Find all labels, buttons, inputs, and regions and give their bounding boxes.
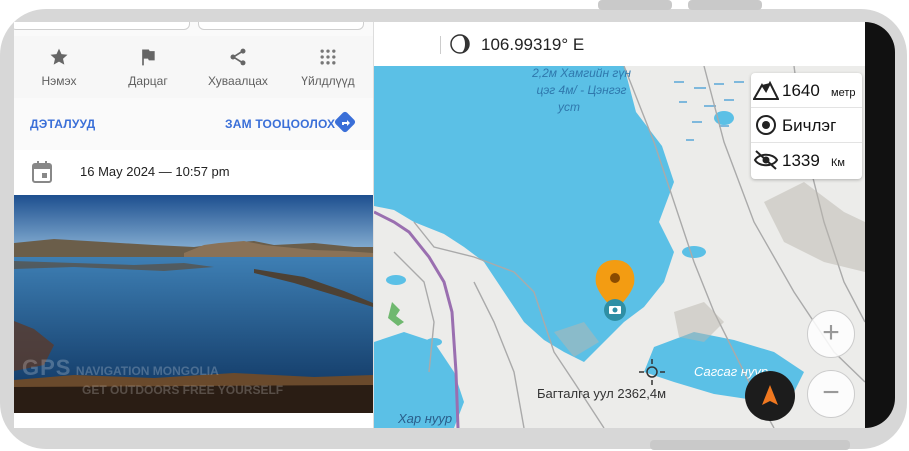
add-button[interactable]: Нэмэх	[14, 36, 104, 98]
lake-note-line-2: цэг 4м/ - Цэнгэг	[536, 83, 627, 97]
more-actions-label: Үйлдлүүд	[301, 74, 355, 88]
location-photo[interactable]: GPS NAVIGATION MONGOLIA GET OUTDOORS FRE…	[14, 195, 373, 413]
recording-label: Бичлэг	[782, 116, 837, 135]
share-button[interactable]: Хуваалцах	[193, 36, 283, 98]
volume-button	[598, 0, 672, 10]
more-actions-button[interactable]: Үйлдлүүд	[283, 36, 373, 98]
coordinate-bar: 106.99319° E	[374, 22, 865, 66]
date-text: 16 May 2024 — 10:57 pm	[80, 164, 230, 179]
date-row: 16 May 2024 — 10:57 pm	[14, 150, 373, 194]
zoom-out-button[interactable]: −	[807, 370, 855, 418]
zoom-in-button[interactable]: +	[807, 310, 855, 358]
distance-row[interactable]: 1339 Км	[751, 143, 862, 177]
directions-icon[interactable]	[333, 110, 357, 134]
power-button	[688, 0, 762, 10]
compass-button[interactable]	[745, 371, 795, 421]
lake-note-line-3: уст	[558, 100, 580, 114]
south-lake-label: Хар нуур	[398, 411, 453, 426]
watermark-title: NAVIGATION MONGOLIA	[75, 364, 219, 378]
watermark-gps: GPS	[22, 355, 72, 380]
lake-note-line-1: 2,2м Хамгийн гүн	[532, 66, 631, 80]
elevation-row[interactable]: 1640 метр	[751, 73, 862, 108]
info-panel: 1640 метр Бичлэг 1339 Км	[751, 73, 862, 179]
mountain-icon	[753, 80, 779, 100]
route-link[interactable]: ЗАМ ТООЦООЛОХ	[225, 117, 335, 131]
flag-label: Дарцаг	[128, 74, 168, 88]
watermark-subtitle: GET OUTDOORS FREE YOURSELF	[82, 383, 284, 397]
photo-watermark: GPS NAVIGATION MONGOLIA GET OUTDOORS FRE…	[22, 355, 283, 399]
calendar-icon	[32, 161, 52, 183]
peak-label: Багталга уул 2362,4м	[537, 386, 667, 401]
coordinate-separator	[440, 36, 441, 54]
details-panel: Нэмэх Дарцаг Хуваалцах Үйлдлүүд ДЭТАЛУУД…	[14, 22, 374, 428]
top-fields	[14, 22, 373, 36]
star-icon	[50, 48, 68, 65]
visibility-off-icon	[753, 150, 779, 170]
device-edge	[865, 22, 895, 428]
side-button-bottom	[650, 440, 850, 450]
screen: Нэмэх Дарцаг Хуваалцах Үйлдлүүд ДЭТАЛУУД…	[14, 22, 865, 428]
moon-phase-icon	[450, 34, 470, 54]
action-bar: Нэмэх Дарцаг Хуваалцах Үйлдлүүд	[14, 36, 373, 99]
record-icon	[756, 115, 776, 135]
elevation-value: 1640	[782, 81, 820, 100]
details-link[interactable]: ДЭТАЛУУД	[30, 117, 95, 131]
add-label: Нэмэх	[41, 74, 77, 88]
share-icon	[230, 48, 246, 66]
grid-icon	[320, 49, 336, 65]
flag-icon	[142, 48, 155, 66]
navigation-arrow-icon	[762, 385, 778, 405]
recording-row[interactable]: Бичлэг	[751, 108, 862, 143]
elevation-unit: метр	[831, 87, 856, 99]
flag-button[interactable]: Дарцаг	[103, 36, 193, 98]
name-field[interactable]	[14, 22, 190, 30]
longitude-text: 106.99319° E	[481, 35, 585, 54]
links-row: ДЭТАЛУУД ЗАМ ТООЦООЛОХ	[14, 98, 373, 151]
share-label: Хуваалцах	[208, 74, 268, 88]
description-field[interactable]	[198, 22, 364, 30]
distance-value: 1339	[782, 151, 820, 170]
distance-unit: Км	[831, 157, 845, 169]
